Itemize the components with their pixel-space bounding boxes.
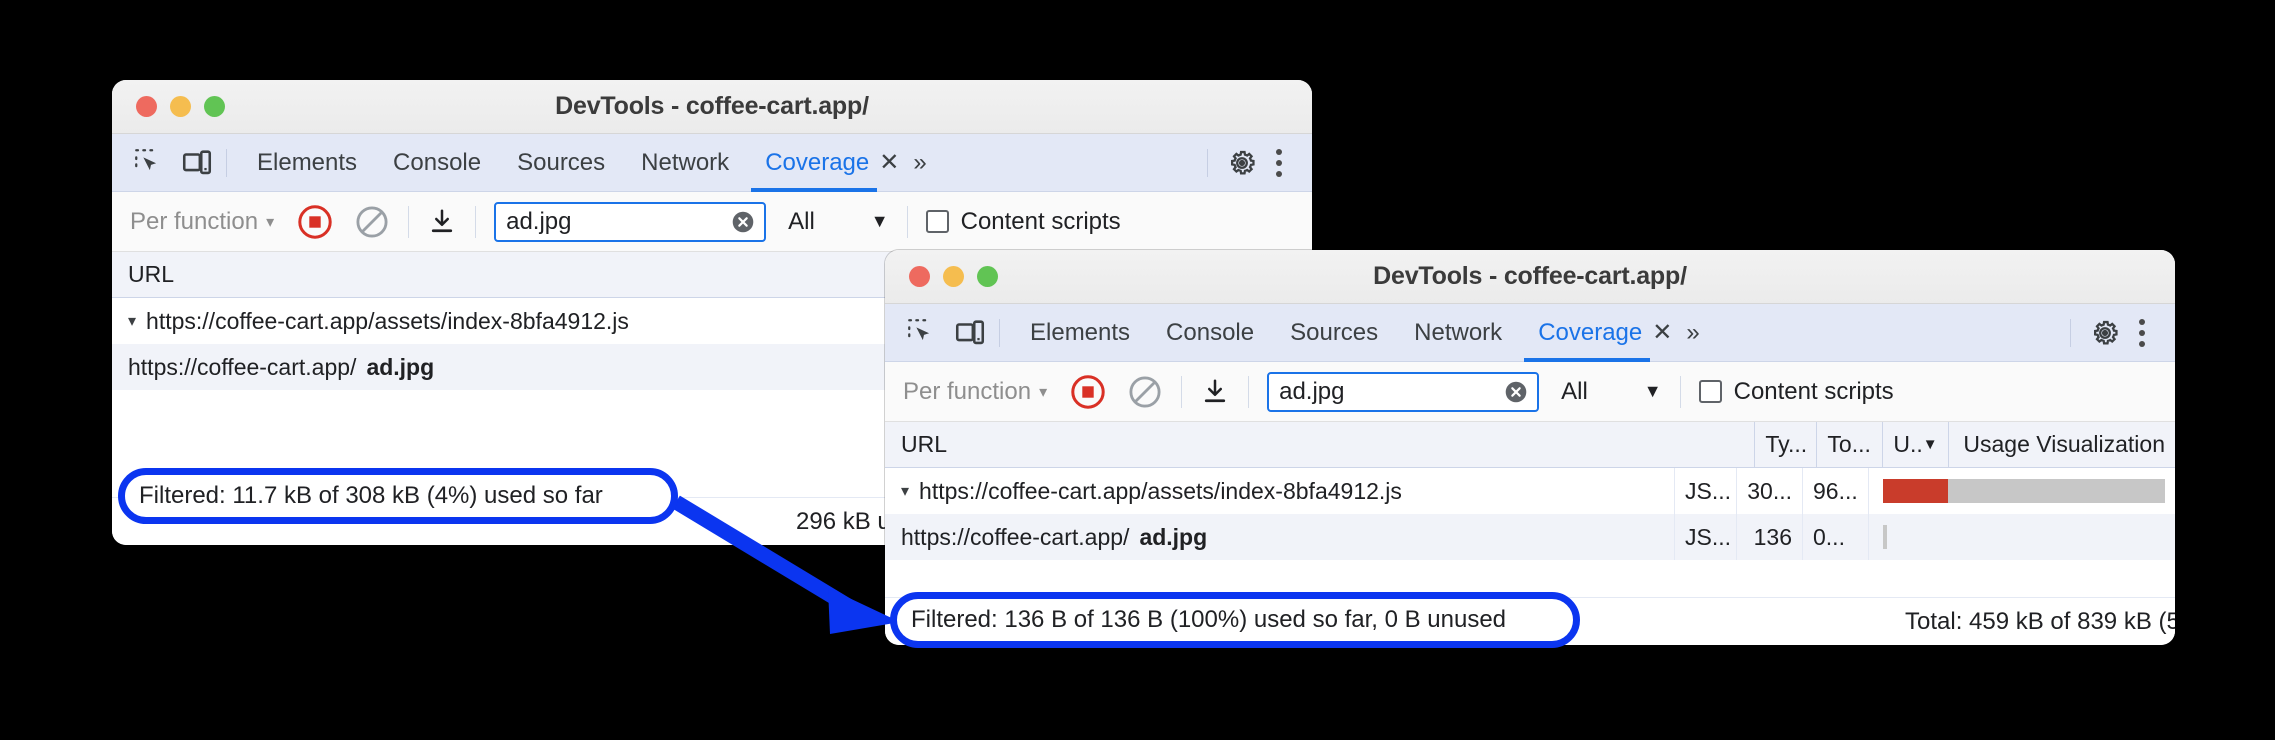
front-filtered-callout-text: Filtered: 136 B of 136 B (100%) used so … xyxy=(911,606,1507,633)
back-filtered-callout: Filtered: 11.7 kB of 308 kB (4%) used so… xyxy=(118,468,678,524)
back-filtered-callout-text: Filtered: 11.7 kB of 308 kB (4%) used so… xyxy=(139,482,603,509)
front-filtered-callout: Filtered: 136 B of 136 B (100%) used so … xyxy=(890,592,1580,648)
screenshot-stage: DevTools - coffee-cart.app/ Elements Con… xyxy=(0,0,2275,740)
